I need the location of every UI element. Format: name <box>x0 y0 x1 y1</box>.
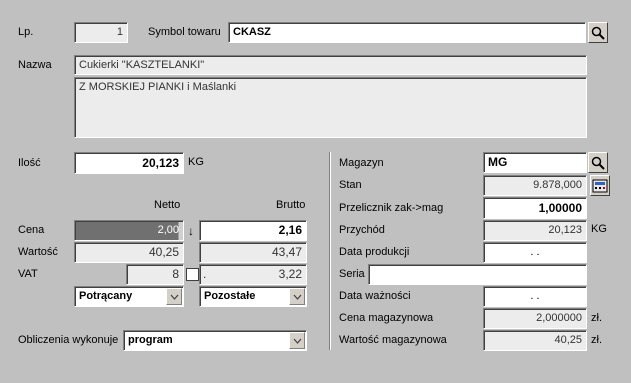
magazyn-search-button[interactable] <box>588 152 608 173</box>
vat-checkbox[interactable] <box>186 268 199 281</box>
symbol-search-button[interactable] <box>588 22 608 43</box>
cena-netto-field[interactable]: 2,00 <box>74 220 184 241</box>
netto-header: Netto <box>154 199 181 211</box>
brutto-header: Brutto <box>276 199 306 211</box>
cena-magazynowa-label: Cena magazynowa <box>339 312 434 324</box>
vat-value-text: 3,22 <box>278 267 302 281</box>
section-divider <box>329 152 331 350</box>
nazwa-field-2: Z MORSKIEJ PIANKI i Maślanki <box>74 77 587 138</box>
search-icon <box>591 156 605 170</box>
przychod-unit: KG <box>591 223 607 235</box>
przychod-field: 20,123 <box>483 220 587 241</box>
stan-field: 9.878,000 <box>483 175 587 196</box>
obliczenia-value: program <box>128 334 173 346</box>
vat-value-mark: . <box>203 267 207 281</box>
chevron-down-icon[interactable] <box>289 288 305 305</box>
potracany-select[interactable]: Potrącany <box>74 286 184 307</box>
lp-label: Lp. <box>18 26 34 38</box>
direction-arrow-icon[interactable]: ↓ <box>184 220 198 241</box>
symbol-field[interactable]: CKASZ <box>228 22 586 43</box>
vat-value-field: . 3,22 <box>199 264 307 285</box>
ilosc-field[interactable]: 20,123 <box>74 152 184 174</box>
magazyn-field[interactable]: MG <box>483 152 587 173</box>
przelicznik-label: Przelicznik zak->mag <box>339 202 444 214</box>
ilosc-unit: KG <box>188 156 204 168</box>
vat-rate-field[interactable]: 8 <box>126 264 184 285</box>
data-produkcji-label: Data produkcji <box>339 246 410 258</box>
ilosc-label: Ilość <box>18 157 41 169</box>
obliczenia-select[interactable]: program <box>123 330 307 351</box>
calculator-icon <box>592 179 608 192</box>
chevron-down-icon[interactable] <box>289 332 305 349</box>
search-icon <box>591 26 605 40</box>
wartosc-magazynowa-unit: zł. <box>591 334 602 346</box>
cena-label: Cena <box>18 224 45 236</box>
chevron-down-icon[interactable] <box>166 288 182 305</box>
potracany-value: Potrącany <box>79 290 133 302</box>
nazwa-field-1: Cukierki "KASZTELANKI" <box>74 55 587 75</box>
wartosc-magazynowa-label: Wartość magazynowa <box>339 334 447 346</box>
obliczenia-label: Obliczenia wykonuje <box>18 334 119 346</box>
vat-label: VAT <box>18 268 38 280</box>
stan-label: Stan <box>339 179 362 191</box>
lp-field: 1 <box>74 22 128 43</box>
przelicznik-field[interactable]: 1,00000 <box>483 197 587 219</box>
przychod-label: Przychód <box>339 224 385 236</box>
pozostale-value: Pozostałe <box>204 290 256 302</box>
data-waznosci-label: Data ważności <box>339 290 411 302</box>
cena-magazynowa-field: 2,000000 <box>483 308 587 329</box>
symbol-label: Symbol towaru <box>148 26 221 38</box>
seria-field[interactable] <box>368 264 587 285</box>
pozostale-select[interactable]: Pozostałe <box>199 286 307 307</box>
cena-magazynowa-unit: zł. <box>591 312 602 324</box>
data-produkcji-field[interactable]: . . <box>483 242 587 263</box>
wartosc-netto-field: 40,25 <box>74 242 184 263</box>
seria-label: Seria <box>339 268 365 280</box>
stan-calculator-button[interactable] <box>590 175 610 196</box>
cena-brutto-field[interactable]: 2,16 <box>199 220 307 241</box>
data-waznosci-field[interactable]: . . <box>483 286 587 307</box>
nazwa-label: Nazwa <box>18 59 52 71</box>
wartosc-magazynowa-field: 40,25 <box>483 330 587 351</box>
wartosc-brutto-field: 43,47 <box>199 242 307 263</box>
magazyn-label: Magazyn <box>339 157 384 169</box>
wartosc-label: Wartość <box>18 246 58 258</box>
